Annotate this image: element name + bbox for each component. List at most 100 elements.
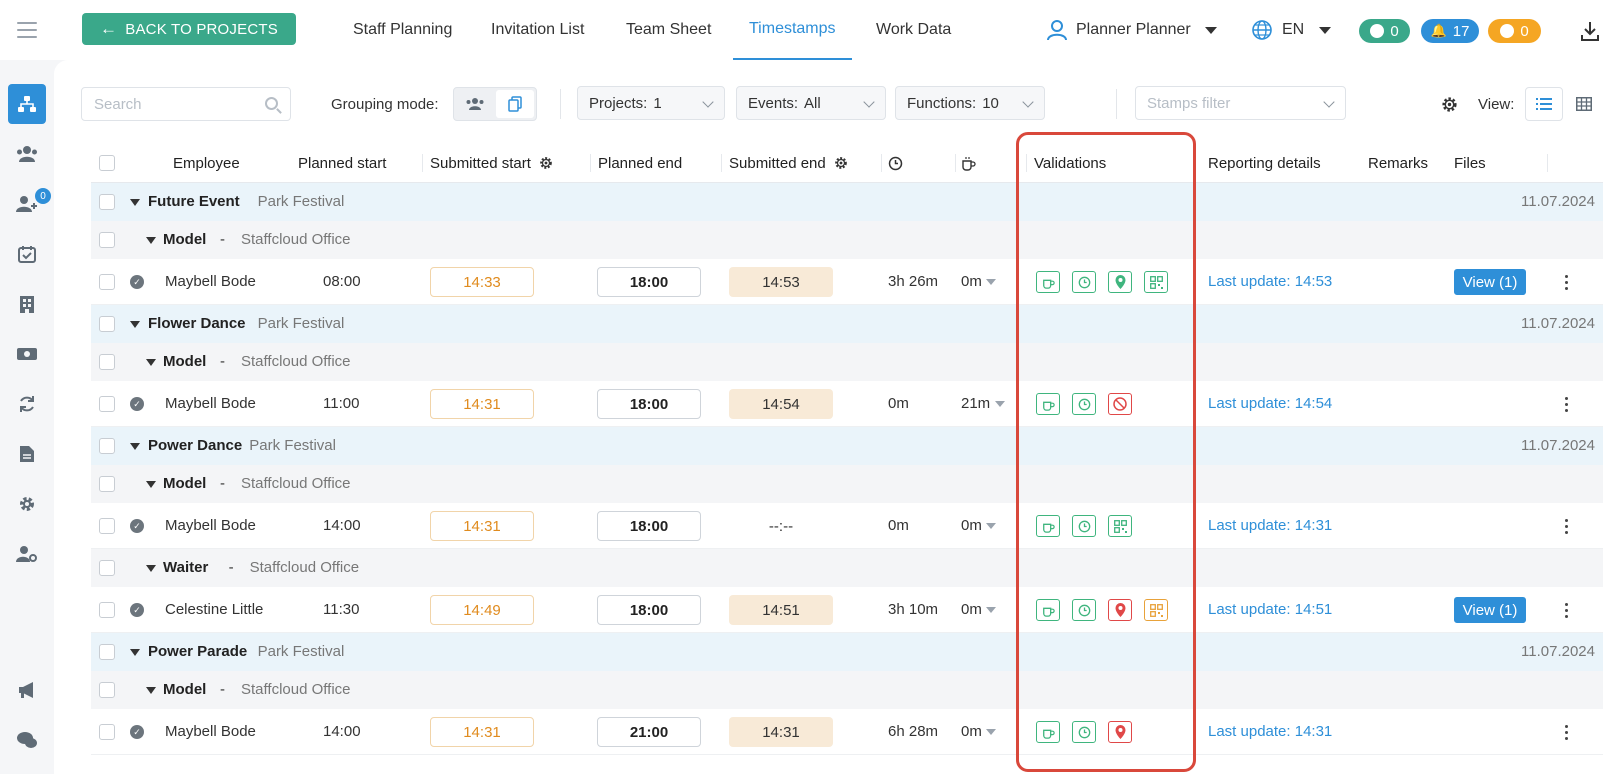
- more-options-icon[interactable]: [1565, 397, 1569, 415]
- gear-icon[interactable]: [539, 156, 553, 170]
- function-checkbox[interactable]: [99, 354, 115, 370]
- submitted-end-value[interactable]: --:--: [729, 511, 833, 541]
- no-location-icon[interactable]: [1108, 393, 1132, 415]
- function-checkbox[interactable]: [99, 476, 115, 492]
- event-group-row[interactable]: Power Parade Park Festival 11.07.2024: [91, 633, 1603, 671]
- view-files-button[interactable]: View (1): [1454, 269, 1526, 295]
- language-selector[interactable]: EN: [1251, 16, 1332, 44]
- reporting-details-link[interactable]: Last update: 14:31: [1208, 517, 1332, 534]
- collapse-caret-icon[interactable]: [130, 443, 140, 450]
- employee-row[interactable]: ✓ Maybell Bode 14:00 14:31 18:00 --:-- 0m 0m Las…: [91, 503, 1603, 549]
- collapse-caret-icon[interactable]: [146, 359, 156, 366]
- header-break[interactable]: [961, 143, 976, 183]
- collapse-caret-icon[interactable]: [146, 687, 156, 694]
- employee-row[interactable]: ✓ Maybell Bode 11:00 14:31 18:00 14:54 0m 21m La…: [91, 381, 1603, 427]
- select-all-checkbox[interactable]: [99, 155, 115, 171]
- header-duration[interactable]: [888, 143, 903, 183]
- list-view-button[interactable]: [1525, 87, 1563, 121]
- group-by-event-button[interactable]: [496, 90, 534, 118]
- collapse-caret-icon[interactable]: [130, 321, 140, 328]
- qr-code-icon[interactable]: [1144, 599, 1168, 621]
- grouping-mode-toggle[interactable]: [453, 87, 537, 121]
- qr-code-icon[interactable]: [1108, 515, 1132, 537]
- employee-name[interactable]: Celestine Little: [165, 601, 263, 618]
- header-validations[interactable]: Validations: [1034, 143, 1106, 183]
- header-files[interactable]: Files: [1454, 143, 1486, 183]
- employee-row[interactable]: ✓ Celestine Little 11:30 14:49 18:00 14:51 3h …: [91, 587, 1603, 633]
- planned-end-input[interactable]: 18:00: [597, 267, 701, 297]
- sidebar-item-locations[interactable]: [8, 284, 46, 324]
- employee-name[interactable]: Maybell Bode: [165, 723, 256, 740]
- qr-code-icon[interactable]: [1144, 271, 1168, 293]
- break-value[interactable]: 0m: [961, 601, 982, 618]
- clock-icon[interactable]: [1072, 721, 1096, 743]
- tab-timestamps[interactable]: Timestamps: [733, 0, 852, 60]
- sidebar-item-documents[interactable]: [8, 434, 46, 474]
- header-submitted-start[interactable]: Submitted start: [430, 143, 553, 183]
- gear-icon[interactable]: [834, 156, 848, 170]
- function-group-row[interactable]: Waiter - Staffcloud Office: [91, 549, 1603, 587]
- row-checkbox[interactable]: [99, 518, 115, 534]
- sidebar-item-projects[interactable]: [8, 84, 46, 124]
- messages-badge[interactable]: 0: [1359, 19, 1410, 43]
- stamps-filter[interactable]: Stamps filter: [1135, 86, 1346, 120]
- chevron-down-icon[interactable]: [986, 279, 996, 285]
- sidebar-item-payments[interactable]: [8, 334, 46, 374]
- grid-view-button[interactable]: [1565, 87, 1603, 121]
- tab-staff-planning[interactable]: Staff Planning: [353, 0, 452, 60]
- event-checkbox[interactable]: [99, 644, 115, 660]
- event-checkbox[interactable]: [99, 316, 115, 332]
- chevron-down-icon[interactable]: [994, 401, 1005, 407]
- header-employee[interactable]: Employee: [173, 143, 240, 183]
- sidebar-item-settings[interactable]: [8, 484, 46, 524]
- projects-filter[interactable]: Projects: 1: [577, 86, 725, 120]
- clock-icon[interactable]: [1072, 271, 1096, 293]
- collapse-caret-icon[interactable]: [130, 199, 140, 206]
- chevron-down-icon[interactable]: [986, 729, 996, 735]
- function-group-row[interactable]: Model - Staffcloud Office: [91, 221, 1603, 259]
- sidebar-item-user-settings[interactable]: [8, 534, 46, 574]
- function-group-row[interactable]: Model - Staffcloud Office: [91, 671, 1603, 709]
- event-group-row[interactable]: Flower Dance Park Festival 11.07.2024: [91, 305, 1603, 343]
- header-submitted-end[interactable]: Submitted end: [729, 143, 848, 183]
- break-value[interactable]: 0m: [961, 723, 982, 740]
- coffee-icon[interactable]: [1036, 393, 1060, 415]
- event-group-row[interactable]: Future Event Park Festival 11.07.2024: [91, 183, 1603, 221]
- event-checkbox[interactable]: [99, 194, 115, 210]
- download-icon[interactable]: [1580, 20, 1600, 42]
- more-options-icon[interactable]: [1565, 519, 1569, 537]
- sidebar-item-sync[interactable]: [8, 384, 46, 424]
- chevron-down-icon[interactable]: [986, 607, 996, 613]
- submitted-end-value[interactable]: 14:53: [729, 267, 833, 297]
- tab-team-sheet[interactable]: Team Sheet: [626, 0, 711, 60]
- header-planned-end[interactable]: Planned end: [598, 143, 682, 183]
- more-options-icon[interactable]: [1565, 603, 1569, 621]
- timers-badge[interactable]: 0: [1488, 19, 1541, 43]
- submitted-start-input[interactable]: 14:33: [430, 267, 534, 297]
- row-checkbox[interactable]: [99, 274, 115, 290]
- employee-row[interactable]: ✓ Maybell Bode 08:00 14:33 18:00 14:53 3h 26m 0…: [91, 259, 1603, 305]
- header-remarks[interactable]: Remarks: [1368, 143, 1428, 183]
- employee-row[interactable]: ✓ Maybell Bode 14:00 14:31 21:00 14:31 6h 28m 0…: [91, 709, 1603, 755]
- events-filter[interactable]: Events: All: [736, 86, 886, 120]
- employee-name[interactable]: Maybell Bode: [165, 395, 256, 412]
- planned-end-input[interactable]: 18:00: [597, 511, 701, 541]
- coffee-icon[interactable]: [1036, 599, 1060, 621]
- group-by-employee-button[interactable]: [456, 90, 494, 118]
- submitted-start-input[interactable]: 14:31: [430, 389, 534, 419]
- hamburger-menu-icon[interactable]: [17, 22, 37, 38]
- event-group-row[interactable]: Power Dance Park Festival 11.07.2024: [91, 427, 1603, 465]
- submitted-start-input[interactable]: 14:49: [430, 595, 534, 625]
- more-options-icon[interactable]: [1565, 275, 1569, 293]
- chevron-down-icon[interactable]: [986, 523, 996, 529]
- sidebar-item-announcements[interactable]: [8, 670, 46, 710]
- function-group-row[interactable]: Model - Staffcloud Office: [91, 343, 1603, 381]
- header-planned-start[interactable]: Planned start: [298, 143, 386, 183]
- row-checkbox[interactable]: [99, 396, 115, 412]
- row-checkbox[interactable]: [99, 724, 115, 740]
- coffee-icon[interactable]: [1036, 515, 1060, 537]
- break-value[interactable]: 0m: [961, 273, 982, 290]
- reporting-details-link[interactable]: Last update: 14:53: [1208, 273, 1332, 290]
- coffee-icon[interactable]: [1036, 271, 1060, 293]
- employee-name[interactable]: Maybell Bode: [165, 273, 256, 290]
